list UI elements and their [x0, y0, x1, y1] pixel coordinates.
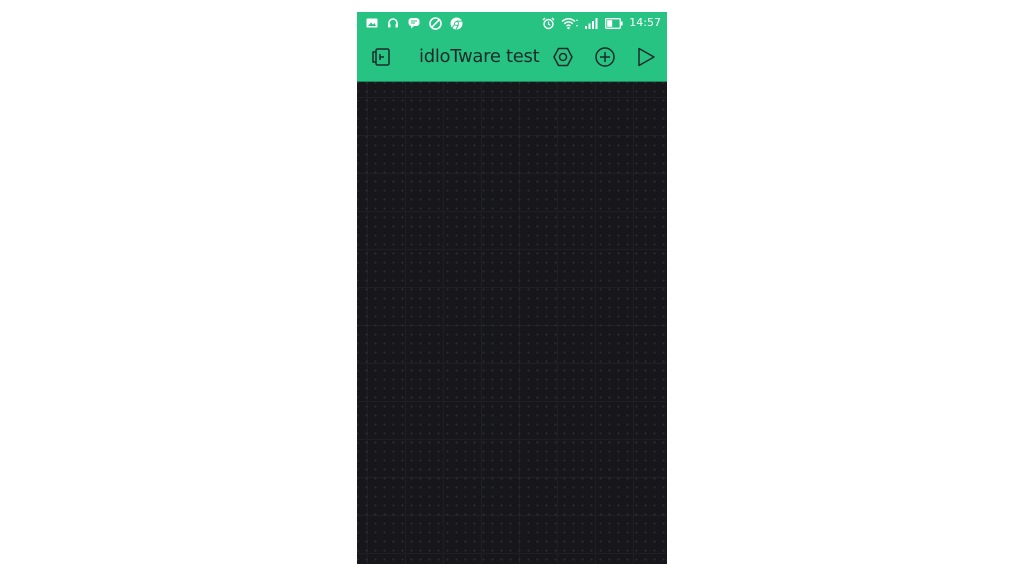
wifi-icon	[561, 16, 579, 30]
add-widget-icon[interactable]	[593, 45, 617, 69]
dashboard-canvas[interactable]	[357, 82, 667, 564]
project-title: idloTware test	[419, 46, 540, 67]
chrome-icon	[449, 16, 463, 30]
alarm-icon	[542, 16, 555, 30]
signal-icon	[585, 16, 599, 30]
settings-hexagon-icon[interactable]	[551, 45, 575, 69]
message-icon	[407, 16, 421, 30]
play-icon[interactable]	[634, 45, 658, 69]
back-exit-icon[interactable]	[369, 45, 393, 69]
blocked-icon	[428, 16, 442, 30]
notification-icons	[365, 15, 470, 31]
app-toolbar: idloTware test	[357, 34, 667, 82]
battery-icon	[605, 16, 623, 30]
phone-screen: 14:57 idloTware test	[357, 12, 667, 564]
clock-time: 14:57	[629, 16, 661, 29]
system-icons: 14:57	[536, 15, 661, 31]
headset-icon	[386, 16, 400, 30]
status-bar: 14:57	[357, 12, 667, 34]
gallery-icon	[365, 16, 379, 30]
